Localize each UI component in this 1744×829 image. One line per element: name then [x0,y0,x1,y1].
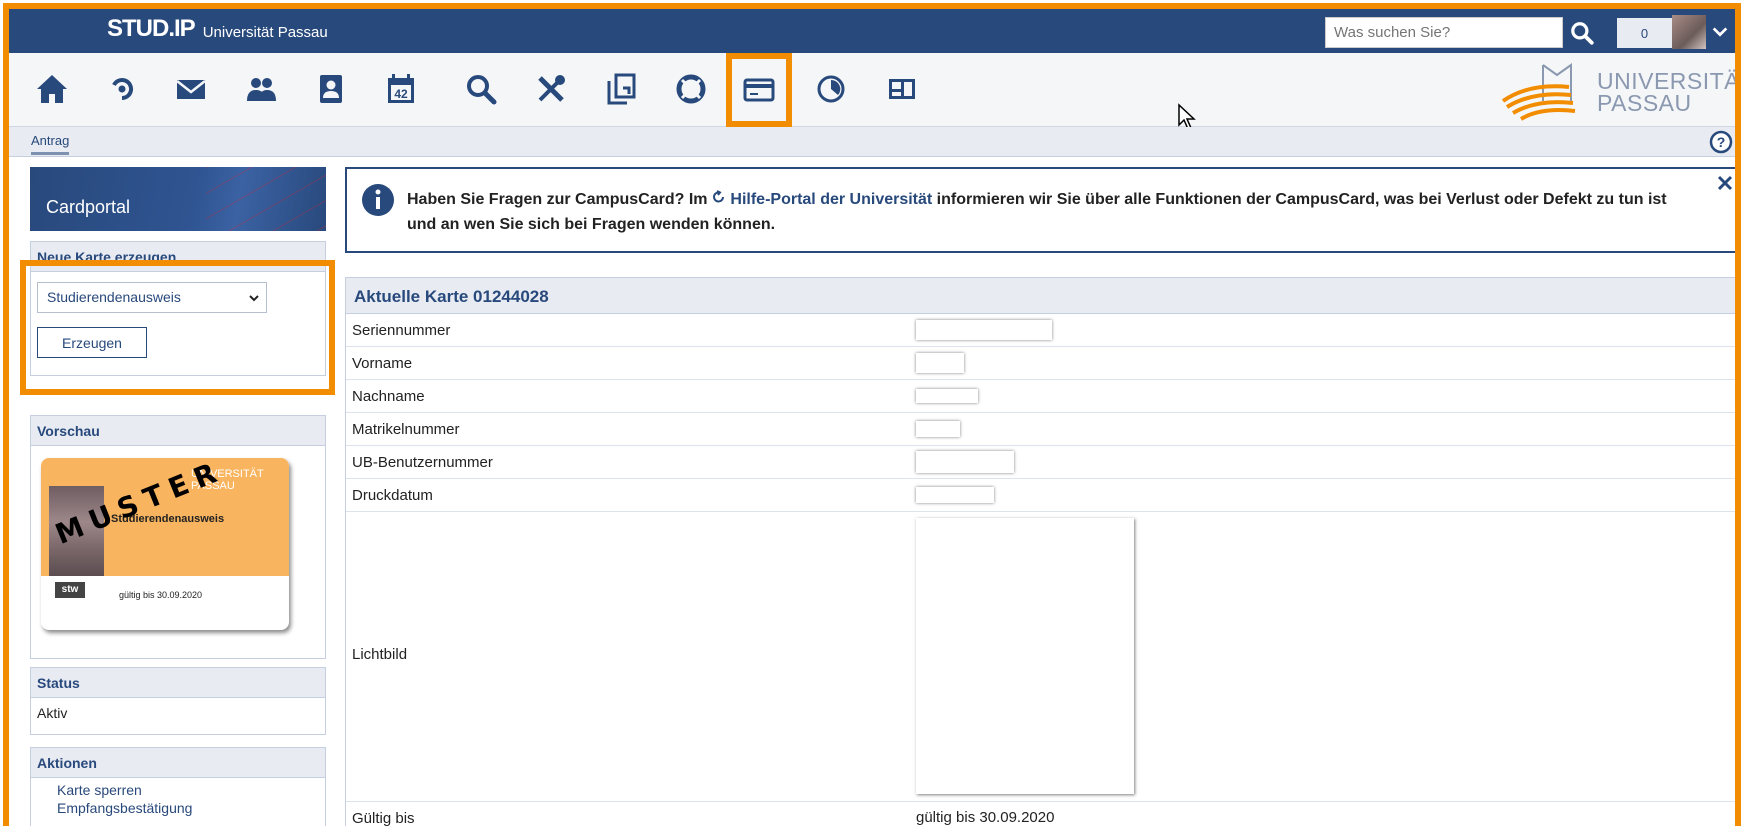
app-window: STUD.IP Universität Passau 0 42 [3,3,1741,826]
university-name: Universität Passau [202,24,328,41]
action-lock-card[interactable]: Karte sperren [57,782,325,798]
home-icon[interactable] [30,67,74,111]
layout-icon[interactable] [880,67,924,111]
table-row: Nachname [346,380,1735,413]
status-panel: Status Aktiv [30,667,326,735]
action-receipt[interactable]: Empfangsbestätigung [57,800,325,816]
help-icon[interactable]: ? [1709,130,1733,154]
notification-counter[interactable]: 0 [1617,18,1672,48]
stats-icon[interactable] [809,67,853,111]
activity-icon[interactable] [100,67,144,111]
redacted-value [916,353,964,373]
top-bar: STUD.IP Universität Passau 0 [9,9,1735,53]
community-icon[interactable] [239,67,283,111]
uni-logo-line2: PASSAU [1597,90,1692,116]
main-navigation: 42 UNIVERSITÄT PASSAU [9,53,1735,130]
studip-logo: STUD.IP [107,15,196,42]
chevron-down-icon[interactable] [1711,23,1729,41]
brand[interactable]: STUD.IP Universität Passau [107,15,328,43]
row-label: Gültig bis [352,810,415,826]
info-text: Haben Sie Fragen zur CampusCard? Im Hilf… [407,187,1699,237]
redacted-value [916,421,960,437]
row-label: Matrikelnummer [352,421,460,438]
actions-heading: Aktionen [31,748,325,778]
row-label: UB-Benutzernummer [352,454,493,471]
redacted-value [916,451,1014,473]
table-row: Matrikelnummer [346,413,1735,446]
card-type-value: Studierendenausweis [47,289,181,305]
table-row: Druckdatum [346,479,1735,512]
status-value: Aktiv [37,705,68,721]
table-row: Seriennummer [346,314,1735,347]
lifebuoy-icon[interactable] [669,67,713,111]
card-preview-image: UNIVERSITÄT PASSAU Studierendenausweis M… [41,458,289,630]
help-portal-link[interactable]: Hilfe-Portal der Universität [712,190,933,208]
uni-passau-emblem-icon [1501,63,1576,121]
status-heading: Status [31,668,325,698]
calendar-icon[interactable]: 42 [379,67,423,111]
link-arrow-icon [713,190,724,203]
search-nav-icon[interactable] [459,67,503,111]
tab-antrag[interactable]: Antrag [31,133,70,155]
card-valid-until: gültig bis 30.09.2020 [119,590,203,600]
table-row: UB-Benutzernummer [346,446,1735,479]
photo-placeholder [916,518,1134,794]
profile-icon[interactable] [309,67,353,111]
avatar[interactable] [1672,15,1706,49]
actions-panel: Aktionen Karte sperren Empfangsbestätigu… [30,747,326,826]
info-icon [362,184,394,216]
preview-panel: Vorschau UNIVERSITÄT PASSAU Studierenden… [30,415,326,659]
info-banner: Haben Sie Fragen zur CampusCard? Im Hilf… [345,167,1735,253]
help-portal-link-text: Hilfe-Portal der Universität [730,191,933,208]
chevron-down-icon [249,295,259,302]
row-value: gültig bis 30.09.2020 [916,809,1055,826]
create-card-button[interactable]: Erzeugen [37,327,147,358]
close-icon[interactable] [1717,175,1733,191]
row-label: Nachname [352,388,425,405]
tools-icon[interactable] [529,67,573,111]
redacted-value [916,487,994,503]
redacted-value [916,320,1052,340]
svg-text:?: ? [1717,134,1726,150]
mail-icon[interactable] [169,67,213,111]
uni-passau-logo: UNIVERSITÄT PASSAU [1499,61,1741,123]
preview-heading: Vorschau [31,416,325,446]
new-card-heading: Neue Karte erzeugen [31,242,325,272]
table-row: Vorname [346,347,1735,380]
current-card-table: Aktuelle Karte 01244028 Seriennummer Vor… [345,277,1735,826]
info-text-before: Haben Sie Fragen zur CampusCard? Im [407,191,712,208]
uni-logo-line1: UNIVERSITÄT [1597,68,1741,94]
files-icon[interactable] [599,67,643,111]
table-row: Gültig bis gültig bis 30.09.2020 [346,802,1735,826]
card-type-select[interactable]: Studierendenausweis [37,282,267,313]
table-row: Lichtbild [346,512,1735,802]
current-card-heading: Aktuelle Karte 01244028 [346,278,1735,314]
stw-logo-icon: stw [55,582,85,598]
calendar-day-label: 42 [394,87,408,101]
search-icon[interactable] [1569,20,1595,46]
row-label: Seriennummer [352,322,451,339]
campuscard-icon[interactable] [726,53,792,127]
redacted-value [916,389,978,403]
row-label: Druckdatum [352,487,433,504]
sidebar-title: Cardportal [30,167,326,231]
row-label: Lichtbild [352,646,408,663]
search-input[interactable] [1325,17,1563,48]
row-label: Vorname [352,355,413,372]
sub-navigation: Antrag ? [9,127,1735,157]
new-card-panel: Neue Karte erzeugen Studierendenausweis … [30,241,326,376]
